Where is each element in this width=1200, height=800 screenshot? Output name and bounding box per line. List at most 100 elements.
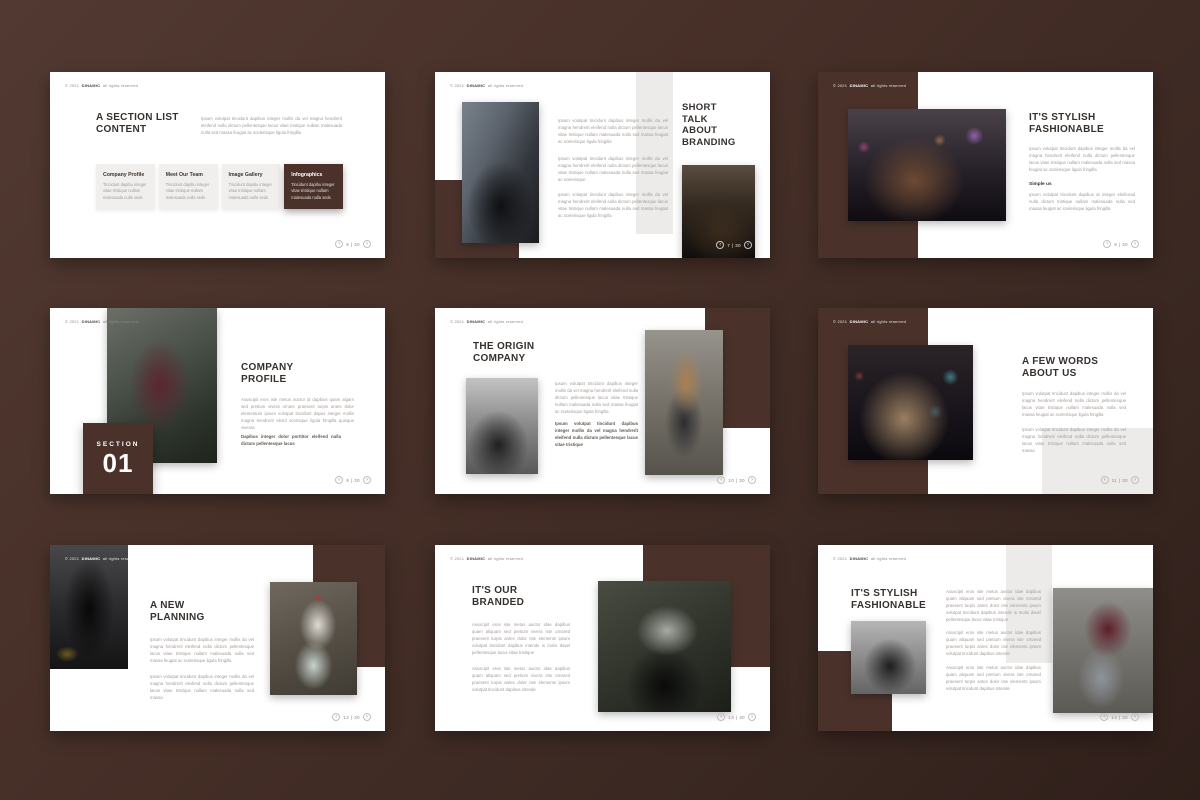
page-number: 10 | 30	[728, 478, 745, 483]
brand-name: DINAMIC	[850, 556, 869, 561]
photo-woman-headscarf	[466, 378, 538, 474]
slide-heading: IT'S OUR BRANDED	[472, 585, 524, 609]
slide-heading: IT'S STYLISH FASHIONABLE	[851, 588, 926, 612]
prev-slide-icon[interactable]: ‹	[1103, 240, 1111, 248]
subheading: Simple us	[1029, 182, 1052, 187]
paragraph-2: Ipsum volutpat tincidunt dapibus at inte…	[1029, 192, 1135, 213]
photo-woman-with-cap	[851, 621, 926, 694]
next-slide-icon[interactable]: ›	[748, 476, 756, 484]
paragraph-1: Ipsum volutpat tincidunt dapibus integer…	[558, 118, 668, 146]
brand-name: DINAMIC	[82, 556, 101, 561]
photo-woman-maroon-shirt	[1053, 588, 1153, 713]
paragraph-1: Asuscipit eros iste metus auctor idae da…	[472, 622, 570, 657]
pager: ‹ 13 | 30 ›	[717, 713, 756, 721]
pager: ‹ 7 | 30 ›	[716, 241, 752, 249]
slide-13-its-our-branded: © 2021 DINAMIC all rights reserved IT'S …	[435, 545, 770, 731]
slide-heading: A FEW WORDS ABOUT US	[1022, 356, 1098, 380]
card-body: Tincidunt dapibu integer vitae tristique…	[291, 182, 336, 202]
slide-12-a-new-planning: © 2021 DINAMIC all rights reserved A NEW…	[50, 545, 385, 731]
copyright: © 2021 DINAMIC all rights reserved	[450, 556, 523, 561]
page-number: 9 | 30	[346, 478, 360, 483]
prev-slide-icon[interactable]: ‹	[1100, 713, 1108, 721]
card-body: Tincidunt dapibu integer vitae tristique…	[103, 182, 148, 202]
paragraph-1: Ipsum volutpat tincidunt dapibus integer…	[1029, 146, 1135, 174]
paragraph-1: Ipsum volutpat tincidunt dapibus integer…	[555, 381, 638, 416]
prev-slide-icon[interactable]: ‹	[717, 713, 725, 721]
brand-name: DINAMIC	[82, 319, 101, 324]
card-title: Company Profile	[103, 172, 148, 178]
copyright-prefix: © 2021	[65, 83, 79, 88]
slide-11-a-few-words-about-us: © 2021 DINAMIC all rights reserved A FEW…	[818, 308, 1153, 494]
next-slide-icon[interactable]: ›	[1131, 476, 1139, 484]
section-label: SECTION	[97, 441, 140, 448]
page-number: 8 | 30	[1114, 242, 1128, 247]
section-number-box: SECTION 01	[83, 423, 153, 494]
next-slide-icon[interactable]: ›	[363, 240, 371, 248]
card-title: Infographics	[291, 172, 336, 178]
page-number: 6 | 30	[346, 242, 360, 247]
paragraph-1: Asuscipit eros iste metus auctor id dapi…	[241, 397, 354, 432]
copyright: © 2021 DINAMIC all rights reserved	[833, 556, 906, 561]
page-number: 12 | 30	[343, 715, 360, 720]
card-infographics[interactable]: Infographics Tincidunt dapibu integer vi…	[284, 164, 343, 209]
page-number: 11 | 30	[1112, 478, 1128, 483]
intro-paragraph: Ipsum volutpat tincidunt dapibus integer…	[201, 116, 342, 137]
card-body: Tincidunt dapibu integer vitae tristique…	[229, 182, 274, 202]
slide-heading: THE ORIGIN COMPANY	[473, 341, 534, 365]
paragraph-1: Asuscipit eros iste metus auctor idae da…	[946, 589, 1041, 624]
copyright: © 2021 DINAMIC all rights reserved	[450, 83, 523, 88]
card-image-gallery[interactable]: Image Gallery Tincidunt dapibu integer v…	[222, 164, 281, 209]
brand-name: DINAMIC	[82, 83, 101, 88]
paragraph-2-bold: Ipsum volutpat tincidunt dapibus integer…	[555, 421, 638, 449]
emphasis-paragraph: Dapibus integer dolor porttitor eleifend…	[241, 434, 341, 448]
paragraph-2: Ipsum volutpat tincidunt dapibus integer…	[150, 674, 254, 702]
card-body: Tincidunt dapibu integer vitae tristique…	[166, 182, 211, 202]
slide-09-company-profile: © 2021 DINAMIC all rights reserved SECTI…	[50, 308, 385, 494]
slide-heading: COMPANY PROFILE	[241, 362, 293, 386]
next-slide-icon[interactable]: ›	[363, 476, 371, 484]
pager: ‹ 8 | 30 ›	[1103, 240, 1139, 248]
brand-name: DINAMIC	[467, 319, 486, 324]
photo-man-night-city	[848, 109, 1006, 221]
next-slide-icon[interactable]: ›	[1131, 240, 1139, 248]
section-cards: Company Profile Tincidunt dapibu integer…	[96, 164, 343, 209]
slide-heading: SHORT TALK ABOUT BRANDING	[682, 102, 736, 148]
slide-10-the-origin-company: © 2021 DINAMIC all rights reserved THE O…	[435, 308, 770, 494]
paragraph-1: Ipsum volutpat tincidunt dapibus integer…	[1022, 391, 1126, 419]
paragraph-2: Asuscipit eros iste metus auctor idae da…	[472, 666, 570, 694]
prev-slide-icon[interactable]: ‹	[332, 713, 340, 721]
photo-woman-gray-crop-sweater	[598, 581, 731, 712]
paragraph-1: Ipsum volutpat tincidunt dapibus integer…	[150, 637, 254, 665]
page-number: 13 | 30	[728, 715, 745, 720]
card-meet-our-team[interactable]: Meet Our Team Tincidunt dapibu integer v…	[159, 164, 218, 209]
prev-slide-icon[interactable]: ‹	[716, 241, 724, 249]
photo-person-white-puffer	[270, 582, 357, 695]
photo-man-leather-jacket	[462, 102, 539, 243]
pager: ‹ 10 | 30 ›	[717, 476, 756, 484]
brand-name: DINAMIC	[467, 556, 486, 561]
pager: ‹ 9 | 30 ›	[335, 476, 371, 484]
pager: ‹ 12 | 30 ›	[332, 713, 371, 721]
next-slide-icon[interactable]: ›	[363, 713, 371, 721]
prev-slide-icon[interactable]: ‹	[717, 476, 725, 484]
card-title: Image Gallery	[229, 172, 274, 178]
slide-06-section-list-content: © 2021 DINAMIC all rights reserved A SEC…	[50, 72, 385, 258]
template-preview-canvas: © 2021 DINAMIC all rights reserved A SEC…	[0, 0, 1200, 800]
slide-07-short-talk-about-branding: © 2021 DINAMIC all rights reserved Ipsum…	[435, 72, 770, 258]
photo-woman-fur-coat	[848, 345, 973, 460]
card-company-profile[interactable]: Company Profile Tincidunt dapibu integer…	[96, 164, 155, 209]
brand-name: DINAMIC	[467, 83, 486, 88]
copyright: © 2021 DINAMIC all rights reserved	[833, 319, 906, 324]
next-slide-icon[interactable]: ›	[1131, 713, 1139, 721]
copyright: © 2021 DINAMIC all rights reserved	[65, 556, 138, 561]
prev-slide-icon[interactable]: ‹	[335, 476, 343, 484]
copyright-suffix: all rights reserved	[103, 83, 138, 88]
copyright: © 2021 DINAMIC all rights reserved	[65, 319, 138, 324]
copyright: © 2021 DINAMIC all rights reserved	[65, 83, 138, 88]
next-slide-icon[interactable]: ›	[744, 241, 752, 249]
next-slide-icon[interactable]: ›	[748, 713, 756, 721]
prev-slide-icon[interactable]: ‹	[335, 240, 343, 248]
slide-heading: A SECTION LIST CONTENT	[96, 112, 179, 136]
prev-slide-icon[interactable]: ‹	[1101, 476, 1109, 484]
pager: ‹ 11 | 30 ›	[1101, 476, 1139, 484]
